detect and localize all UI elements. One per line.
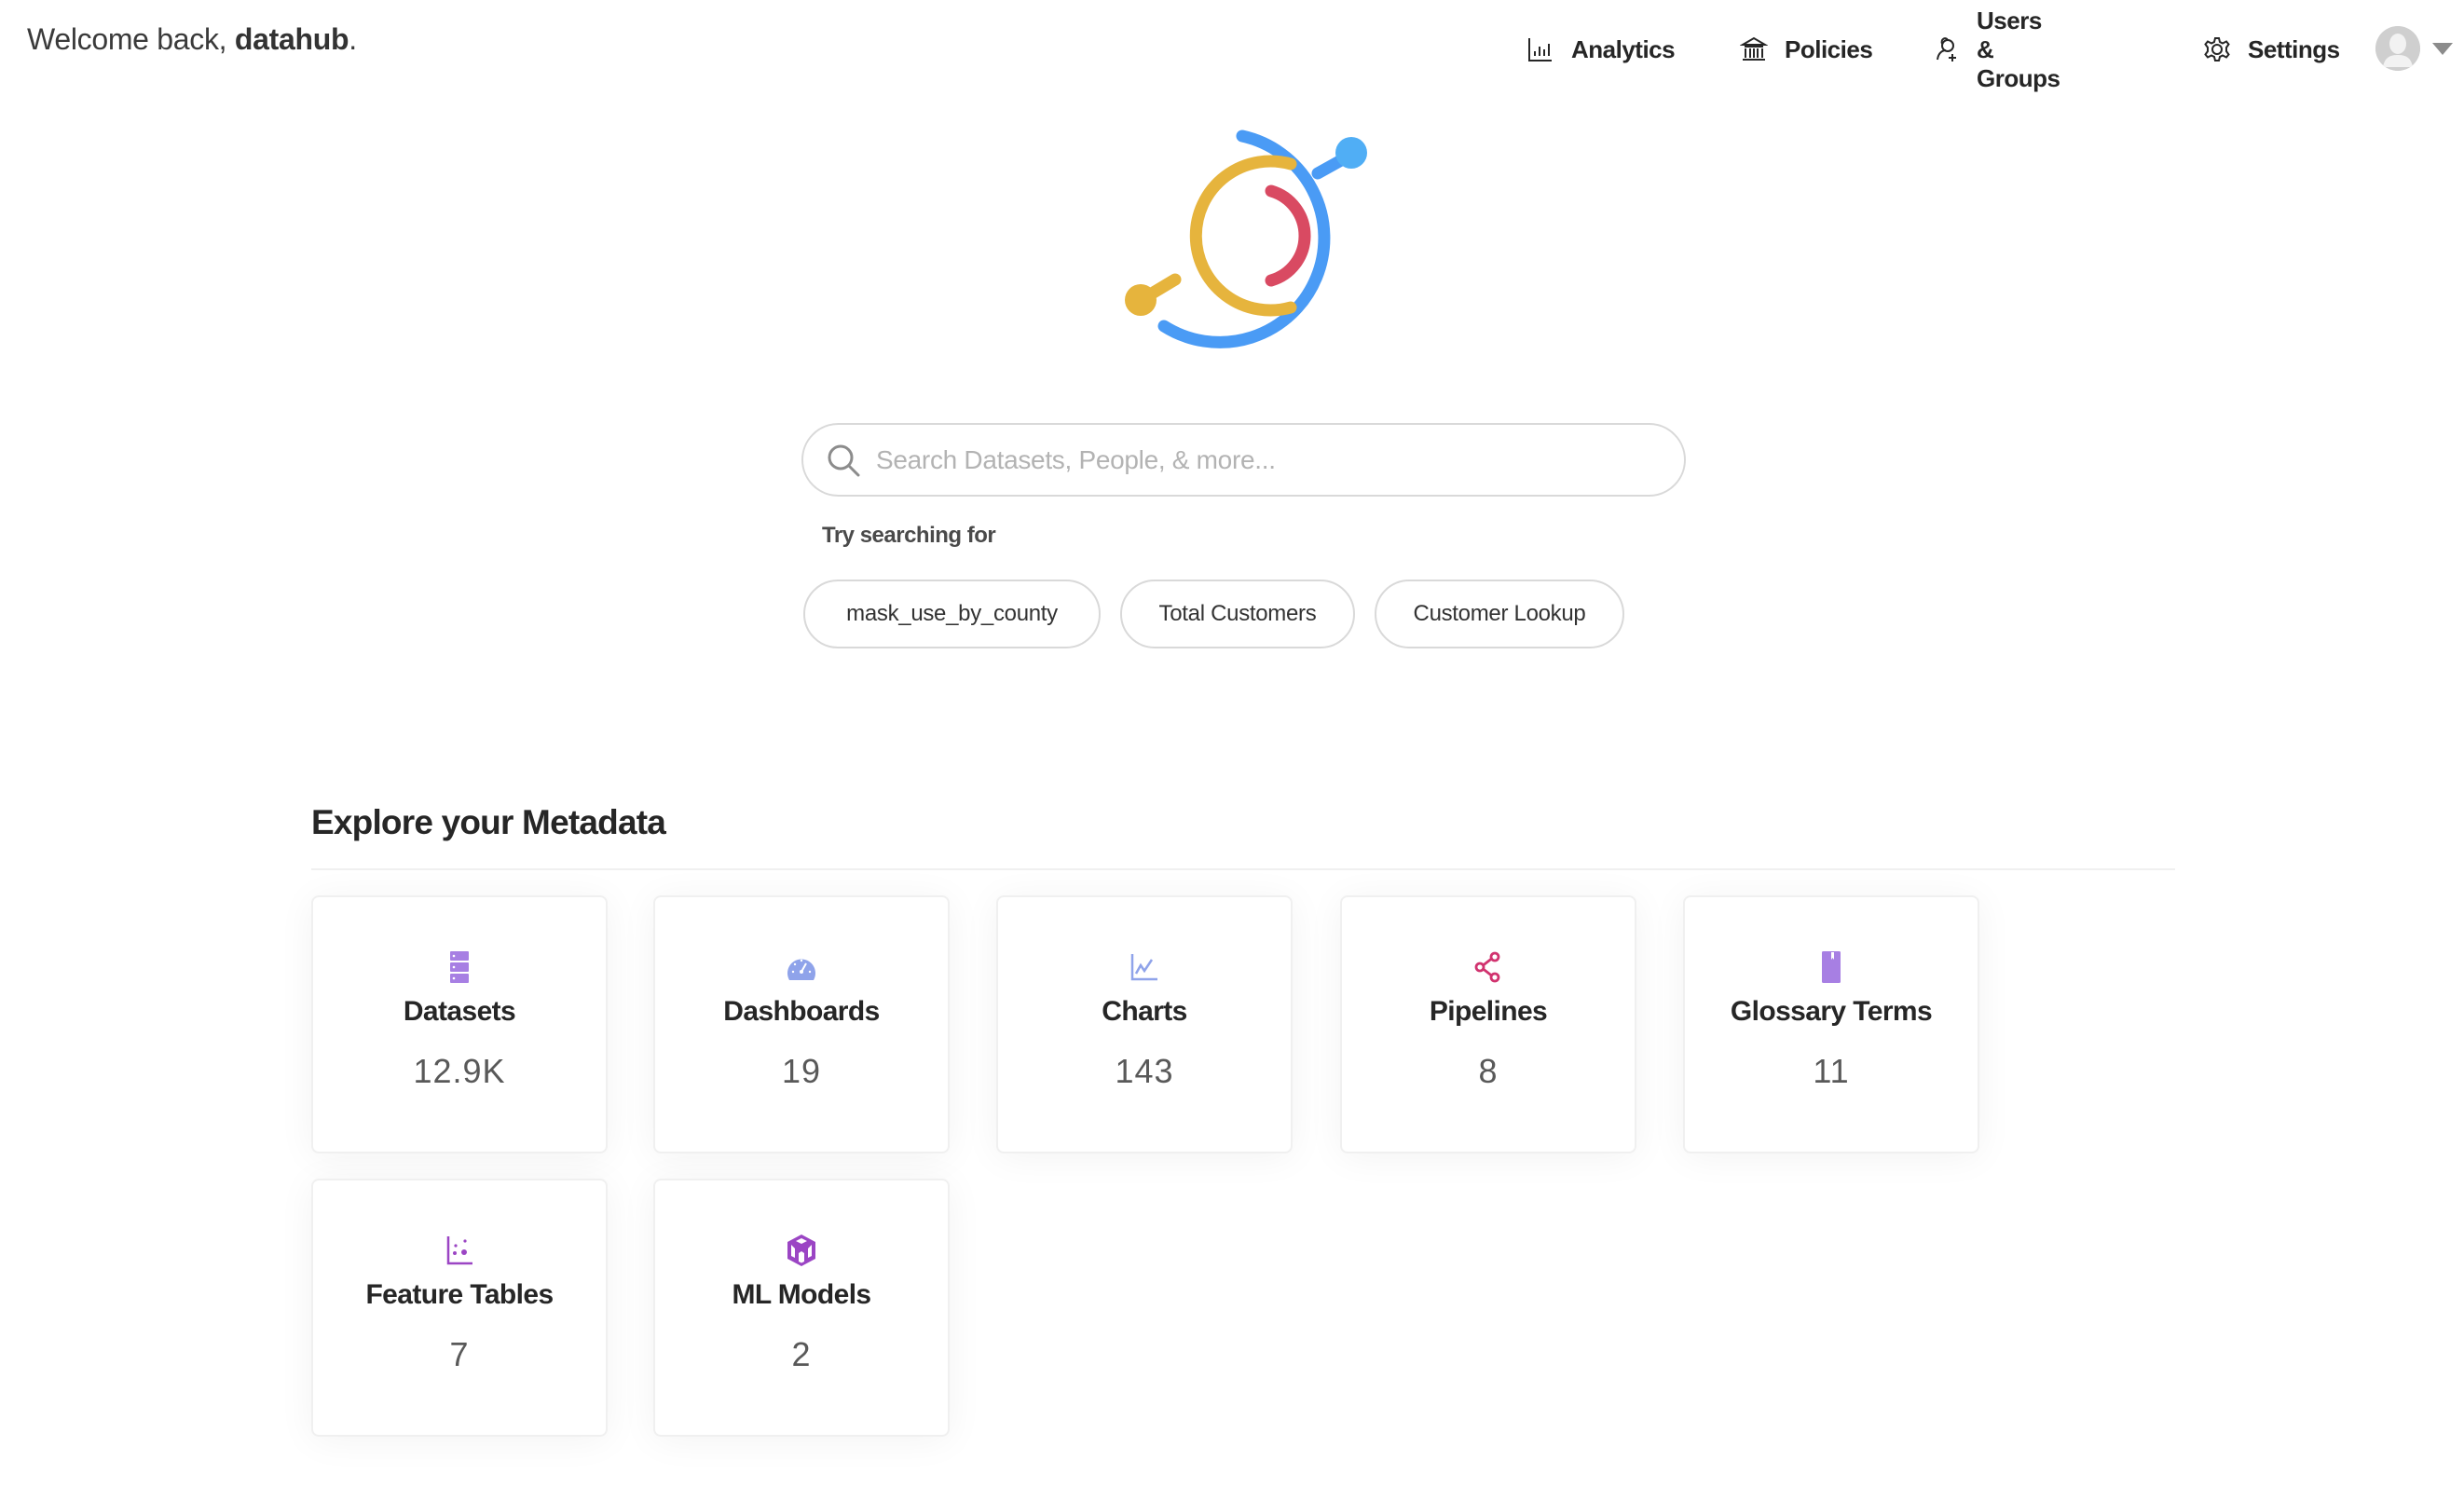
- entity-card-count: 143: [1115, 1052, 1174, 1090]
- search-input[interactable]: [874, 443, 1684, 476]
- nav-settings[interactable]: Settings: [2203, 35, 2340, 64]
- share-nodes-icon: [1471, 949, 1506, 985]
- welcome-message: Welcome back, datahub.: [27, 22, 357, 57]
- entity-card-pipelines[interactable]: Pipelines 8: [1340, 895, 1636, 1153]
- nav-policies[interactable]: Policies: [1740, 34, 1873, 64]
- entity-card-datasets[interactable]: Datasets 12.9K: [311, 895, 608, 1153]
- datahub-logo: [1107, 119, 1379, 352]
- user-avatar-icon[interactable]: [2375, 26, 2420, 71]
- entity-card-label: Datasets: [403, 996, 516, 1027]
- nav-users-groups-label: Users & Groups: [1977, 6, 2060, 92]
- gear-icon: [2203, 35, 2231, 63]
- welcome-suffix: .: [349, 22, 357, 56]
- dashboard-gauge-icon: [784, 949, 819, 985]
- bank-icon: [1740, 35, 1768, 63]
- entity-card-count: 11: [1813, 1052, 1850, 1090]
- entity-card-label: Pipelines: [1429, 996, 1548, 1027]
- entity-card-label: Charts: [1102, 996, 1187, 1027]
- entity-card-count: 8: [1478, 1052, 1499, 1090]
- nav-settings-label: Settings: [2248, 34, 2340, 63]
- nav-users-groups[interactable]: Users & Groups: [1932, 7, 2060, 93]
- welcome-prefix: Welcome back,: [27, 22, 235, 56]
- entity-card-count: 7: [449, 1335, 470, 1373]
- nav-policies-label: Policies: [1785, 34, 1873, 63]
- entity-card-feature-tables[interactable]: Feature Tables 7: [311, 1179, 608, 1437]
- entity-card-count: 19: [781, 1052, 822, 1090]
- entity-card-label: Glossary Terms: [1730, 996, 1933, 1027]
- line-chart-icon: [1127, 949, 1162, 985]
- book-icon: [1814, 949, 1849, 985]
- database-icon: [442, 949, 477, 985]
- nav-analytics-label: Analytics: [1571, 34, 1676, 63]
- user-add-icon: [1932, 35, 1960, 63]
- search-bar: [801, 423, 1686, 497]
- search-icon: [826, 443, 861, 478]
- entity-card-count: 2: [791, 1335, 812, 1373]
- entity-card-label: ML Models: [732, 1279, 871, 1310]
- caret-down-icon[interactable]: [2432, 43, 2453, 55]
- nav-analytics[interactable]: Analytics: [1526, 34, 1676, 64]
- username: datahub: [234, 22, 349, 56]
- entity-card-ml-models[interactable]: ML Models 2: [653, 1179, 950, 1437]
- try-searching-label: Try searching for: [822, 523, 996, 548]
- entity-card-glossary-terms[interactable]: Glossary Terms 11: [1683, 895, 1979, 1153]
- search-suggestion-chip[interactable]: Customer Lookup: [1375, 580, 1624, 648]
- entity-card-charts[interactable]: Charts 143: [996, 895, 1293, 1153]
- search-suggestion-chip[interactable]: Total Customers: [1120, 580, 1355, 648]
- bar-chart-icon: [1526, 35, 1554, 63]
- section-divider: [311, 868, 2175, 870]
- entity-card-label: Feature Tables: [365, 1279, 554, 1310]
- entity-card-count: 12.9K: [413, 1052, 506, 1090]
- code-sandbox-icon: [784, 1233, 819, 1268]
- explore-title: Explore your Metadata: [311, 803, 666, 841]
- entity-card-dashboards[interactable]: Dashboards 19: [653, 895, 950, 1153]
- dot-chart-icon: [442, 1233, 477, 1268]
- search-suggestion-chip[interactable]: mask_use_by_county: [803, 580, 1101, 648]
- entity-card-label: Dashboards: [723, 996, 880, 1027]
